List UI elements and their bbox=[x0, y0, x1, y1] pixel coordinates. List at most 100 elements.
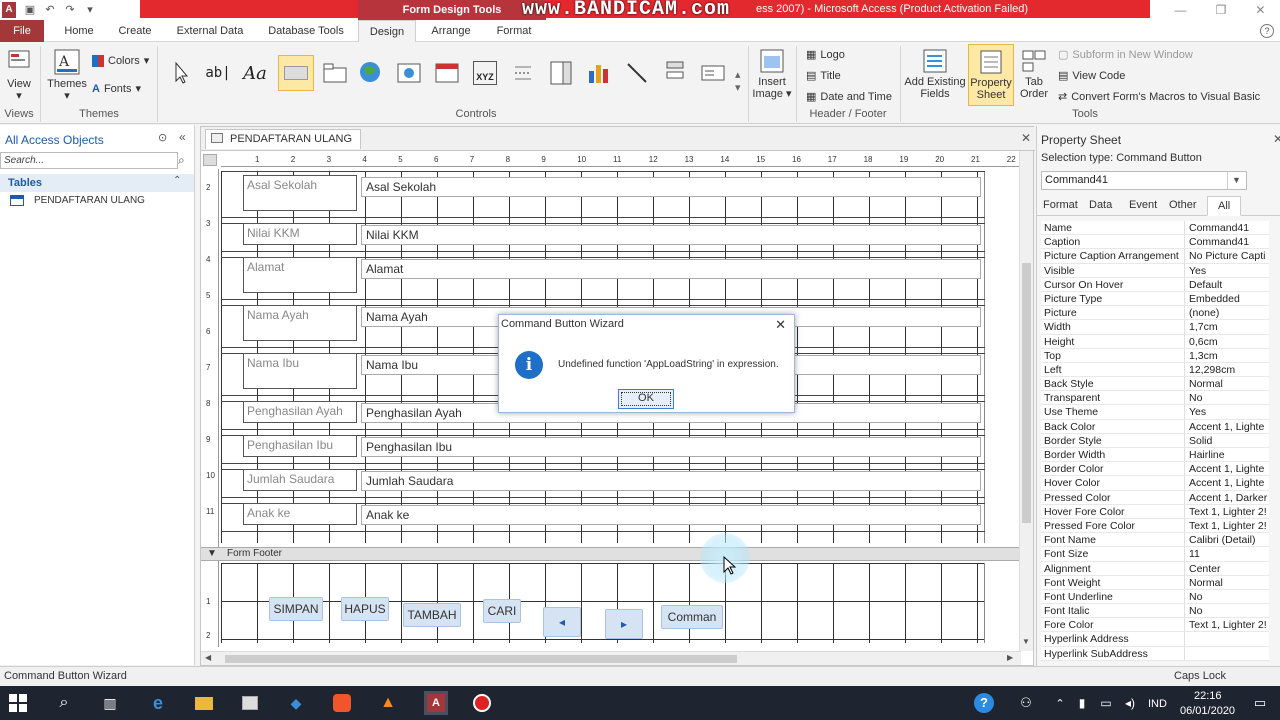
property-row[interactable]: Font Italic No bbox=[1041, 604, 1269, 619]
object-selector-combo[interactable]: Command41 bbox=[1041, 171, 1247, 190]
colors-button[interactable]: Colors ▾ bbox=[92, 54, 149, 67]
themes-button[interactable]: A Themes ▾ bbox=[46, 48, 88, 102]
tab-create[interactable]: Create bbox=[112, 20, 158, 42]
tab-database-tools[interactable]: Database Tools bbox=[262, 20, 350, 42]
property-row[interactable]: Width 1,7cm bbox=[1041, 320, 1269, 335]
people-icon[interactable]: ⚇ bbox=[1016, 693, 1036, 713]
property-value[interactable]: Command41 bbox=[1185, 221, 1269, 234]
ok-button[interactable]: OK bbox=[618, 389, 674, 409]
property-value[interactable]: Embedded bbox=[1185, 292, 1269, 305]
insert-image-button[interactable]: Insert Image ▾ bbox=[750, 48, 794, 100]
battery-icon[interactable]: ▭ bbox=[1096, 693, 1116, 713]
property-value[interactable]: Accent 1, Darker bbox=[1185, 491, 1269, 504]
property-row[interactable]: Hover Fore Color Text 1, Lighter 2! bbox=[1041, 504, 1269, 519]
tab-control-tool-icon[interactable] bbox=[320, 58, 350, 88]
property-value[interactable]: Accent 1, Lighte bbox=[1185, 476, 1269, 489]
property-row[interactable]: Cursor On Hover Default bbox=[1041, 277, 1269, 292]
property-value[interactable]: Hairline bbox=[1185, 448, 1269, 461]
property-value[interactable]: Yes bbox=[1185, 405, 1269, 418]
property-row[interactable]: Name Command41 bbox=[1041, 221, 1269, 236]
web-browser-tool-icon[interactable] bbox=[394, 58, 424, 88]
windows-start-icon[interactable] bbox=[8, 693, 28, 713]
fonts-button[interactable]: A Fonts ▾ bbox=[92, 82, 141, 96]
title-button[interactable]: ▤ Title bbox=[806, 69, 841, 83]
property-row[interactable]: Picture Type Embedded bbox=[1041, 291, 1269, 307]
property-row[interactable]: Font Name Calibri (Detail) bbox=[1041, 533, 1269, 548]
tab-order-button[interactable]: Tab Order bbox=[1016, 48, 1052, 100]
property-value[interactable]: No Picture Capti bbox=[1185, 249, 1269, 262]
property-value[interactable]: Text 1, Lighter 2! bbox=[1185, 519, 1269, 532]
clock-date[interactable]: 06/01/2020 bbox=[1180, 705, 1235, 717]
property-value[interactable]: 12,298cm bbox=[1185, 363, 1269, 376]
form-footer-section[interactable]: SIMPAN HAPUS TAMBAH CARI ◂ ▸ Comman bbox=[221, 563, 985, 643]
tab-design[interactable]: Design bbox=[358, 20, 416, 42]
ps-tab-format[interactable]: Format bbox=[1043, 199, 1078, 211]
property-row[interactable]: Fore Color Text 1, Lighter 2! bbox=[1041, 618, 1269, 633]
ps-tab-event[interactable]: Event bbox=[1129, 199, 1157, 211]
close-document-icon[interactable]: ✕ bbox=[1021, 131, 1031, 145]
ps-tab-data[interactable]: Data bbox=[1089, 199, 1112, 211]
property-row[interactable]: Left 12,298cm bbox=[1041, 362, 1269, 378]
property-value[interactable]: 1,7cm bbox=[1185, 320, 1269, 333]
property-value[interactable]: No bbox=[1185, 604, 1269, 617]
property-value[interactable]: Calibri (Detail) bbox=[1185, 533, 1269, 546]
vertical-scrollbar[interactable]: ▼ bbox=[1019, 151, 1033, 651]
network-icon[interactable]: ▮ bbox=[1072, 693, 1092, 713]
property-value[interactable]: Accent 1, Lighte bbox=[1185, 420, 1269, 433]
save-icon[interactable]: ▣ bbox=[24, 4, 36, 16]
file-explorer-icon[interactable] bbox=[194, 693, 214, 713]
help-taskbar-icon[interactable]: ? bbox=[974, 693, 994, 713]
form-field[interactable]: Asal Sekolah bbox=[361, 177, 981, 197]
form-label[interactable]: Nama Ayah bbox=[243, 305, 357, 341]
tab-external-data[interactable]: External Data bbox=[170, 20, 250, 42]
notifications-icon[interactable]: ▭ bbox=[1250, 693, 1270, 713]
form-footer-bar[interactable]: ▼ Form Footer bbox=[201, 547, 1019, 561]
form-field[interactable]: Anak ke bbox=[361, 505, 981, 525]
task-view-icon[interactable]: ▥ bbox=[100, 693, 120, 713]
navigation-tool-icon[interactable] bbox=[432, 58, 462, 88]
date-time-button[interactable]: ▦ Date and Time bbox=[806, 90, 892, 104]
property-row[interactable]: Back Style Normal bbox=[1041, 377, 1269, 392]
property-value[interactable]: Default bbox=[1185, 278, 1269, 291]
undo-icon[interactable]: ↶ bbox=[44, 4, 56, 16]
property-value[interactable]: Normal bbox=[1185, 576, 1269, 589]
property-row[interactable]: Border Color Accent 1, Lighte bbox=[1041, 462, 1269, 477]
property-value[interactable] bbox=[1185, 647, 1269, 660]
property-value[interactable]: Text 1, Lighter 2! bbox=[1185, 505, 1269, 518]
store-icon[interactable] bbox=[240, 693, 260, 713]
property-row[interactable]: Font Size 11 bbox=[1041, 547, 1269, 562]
form-label[interactable]: Jumlah Saudara bbox=[243, 469, 357, 491]
property-value[interactable]: 11 bbox=[1185, 547, 1269, 560]
footer-command-button[interactable]: HAPUS bbox=[341, 597, 389, 621]
property-sheet-button[interactable]: Property Sheet bbox=[968, 44, 1014, 106]
nav-collapse-icon[interactable]: « bbox=[179, 130, 186, 144]
nav-title[interactable]: All Access Objects bbox=[5, 133, 104, 147]
language-indicator[interactable]: IND bbox=[1148, 698, 1167, 710]
property-row[interactable]: Caption Command41 bbox=[1041, 235, 1269, 250]
form-label[interactable]: Nama Ibu bbox=[243, 353, 357, 389]
nav-table-item[interactable]: PENDAFTARAN ULANG bbox=[10, 195, 145, 206]
close-window-icon[interactable]: ✕ bbox=[1255, 3, 1265, 17]
property-row[interactable]: Border Style Solid bbox=[1041, 433, 1269, 448]
property-value[interactable]: Center bbox=[1185, 562, 1269, 575]
property-row[interactable]: Height 0,6cm bbox=[1041, 334, 1269, 349]
add-existing-fields-button[interactable]: Add Existing Fields bbox=[902, 48, 968, 100]
form-label[interactable]: Alamat bbox=[243, 257, 357, 293]
property-value[interactable]: (none) bbox=[1185, 306, 1269, 319]
property-value[interactable]: Solid bbox=[1185, 434, 1269, 447]
nav-search-input[interactable]: Search... bbox=[0, 152, 178, 169]
select-tool-icon[interactable] bbox=[166, 58, 196, 88]
app-orange-icon[interactable] bbox=[332, 693, 352, 713]
tab-file[interactable]: File bbox=[0, 20, 44, 42]
chart-tool-icon[interactable] bbox=[584, 58, 614, 88]
logo-button[interactable]: ▦ Logo bbox=[806, 48, 845, 62]
form-label[interactable]: Asal Sekolah bbox=[243, 175, 357, 211]
tab-format[interactable]: Format bbox=[490, 20, 538, 42]
property-row[interactable]: Visible Yes bbox=[1041, 263, 1269, 278]
document-tab[interactable]: PENDAFTARAN ULANG bbox=[205, 129, 362, 149]
property-row[interactable]: Hyperlink Address bbox=[1041, 632, 1269, 647]
footer-command-button[interactable]: CARI bbox=[483, 599, 521, 623]
ps-tab-all[interactable]: All bbox=[1207, 196, 1242, 216]
controls-more-icon[interactable]: ▴ ▾ bbox=[735, 68, 741, 94]
footer-command-button[interactable]: TAMBAH bbox=[403, 603, 461, 627]
